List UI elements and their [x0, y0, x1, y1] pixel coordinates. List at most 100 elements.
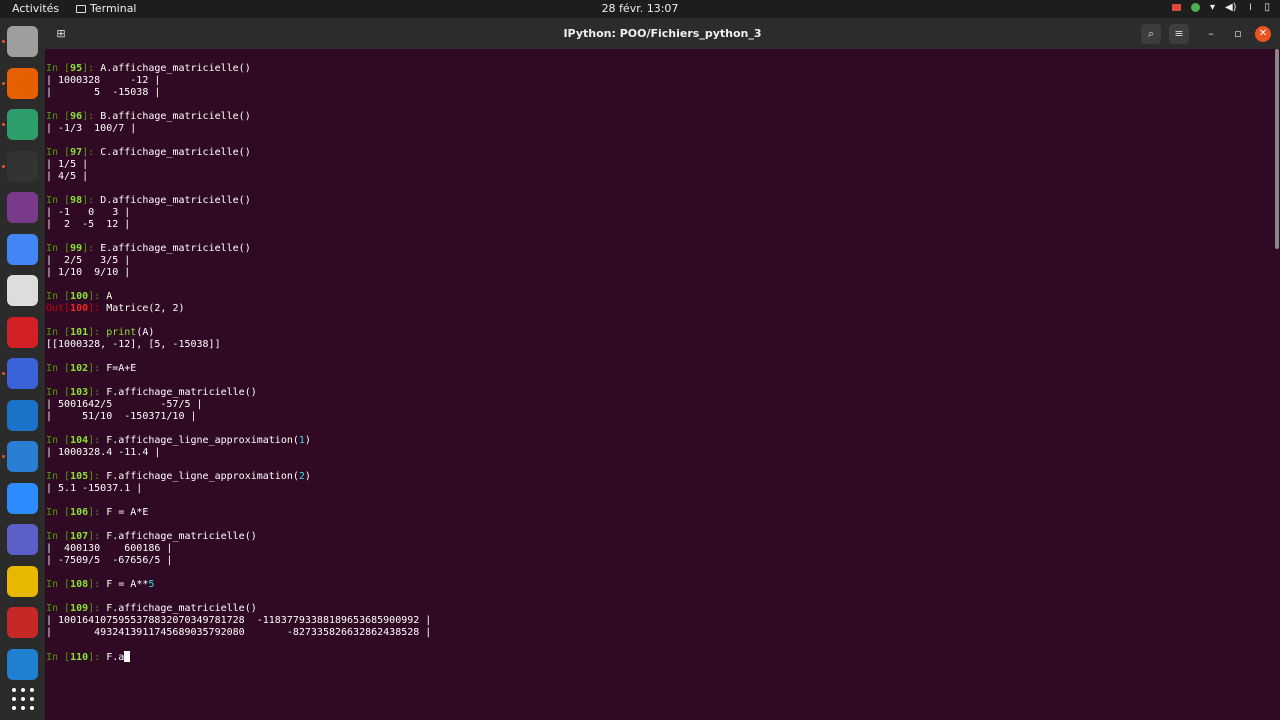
dock-thunderbird-icon[interactable]	[7, 441, 38, 472]
input-prompt-line: In [97]: C.affichage_matricielle()	[46, 147, 251, 158]
input-prompt: In [107]:	[46, 531, 107, 542]
volume-icon[interactable]: ◀)	[1225, 2, 1237, 13]
show-applications-icon[interactable]	[12, 688, 34, 710]
status-check-icon[interactable]	[1190, 3, 1200, 12]
minimize-icon[interactable]: –	[1201, 24, 1221, 44]
running-indicator	[2, 455, 5, 458]
output-line: | 5001642/5 -57/5 |	[46, 399, 203, 410]
dock-document-viewer-icon[interactable]	[7, 275, 38, 306]
clock[interactable]: 28 févr. 13:07	[0, 2, 1280, 15]
terminal-output[interactable]: In [95]: A.affichage_matricielle() | 1000…	[45, 49, 1273, 720]
input-prompt: In [98]:	[46, 195, 101, 206]
screen-record-icon[interactable]	[1171, 4, 1181, 11]
input-prompt: In [105]:	[46, 471, 107, 482]
output-line: | 4/5 |	[46, 171, 89, 182]
running-indicator	[2, 164, 5, 168]
output-line: | 51/10 -150371/10 |	[46, 411, 197, 422]
dock-video-editor-icon[interactable]	[7, 192, 38, 223]
dock-opera-icon[interactable]	[7, 316, 38, 348]
output-line: | 1000328.4 -11.4 |	[46, 447, 161, 458]
battery-icon[interactable]: ▯	[1264, 2, 1270, 13]
input-prompt: In [110]:	[46, 652, 107, 663]
dock-terminal-icon[interactable]	[7, 150, 38, 182]
maximize-icon[interactable]: ▫	[1228, 24, 1248, 44]
dock-screenshot-icon[interactable]	[7, 358, 38, 389]
dock-atom-icon[interactable]	[7, 109, 38, 140]
input-prompt: In [96]:	[46, 111, 101, 122]
input-prompt: In [103]:	[46, 387, 107, 398]
output-prompt: Out[100]:	[46, 303, 107, 314]
input-prompt: In [95]:	[46, 63, 101, 74]
output-line: | 1/5 |	[46, 159, 89, 170]
top-bar: Activités Terminal 28 févr. 13:07 ▾ ◀) ⏽…	[0, 0, 1280, 18]
input-prompt: In [109]:	[46, 603, 107, 614]
dock-teams-icon[interactable]	[7, 524, 38, 555]
scrollbar-thumb[interactable]	[1275, 49, 1279, 249]
text-cursor	[124, 651, 131, 662]
dock-network-app-icon[interactable]	[7, 607, 38, 638]
dock	[0, 18, 45, 720]
input-prompt-line: In [98]: D.affichage_matricielle()	[46, 195, 251, 206]
output-prompt-line: Out[100]: Matrice(2, 2)	[46, 303, 185, 314]
app-menu-label: Terminal	[90, 2, 137, 15]
input-prompt-line[interactable]: In [110]: F.a	[46, 651, 1273, 663]
scrollbar[interactable]	[1273, 49, 1280, 720]
microphone-icon[interactable]: ⏽	[1247, 2, 1255, 13]
input-prompt-line: In [109]: F.affichage_matricielle()	[46, 603, 257, 614]
dock-vscode-icon[interactable]	[7, 648, 38, 680]
terminal-icon	[76, 4, 86, 13]
terminal-window: ⊞ IPython: POO/Fichiers_python_3 ⌕ ≡ – ▫…	[45, 18, 1280, 720]
output-line: | -1/3 100/7 |	[46, 123, 137, 134]
input-prompt-line: In [99]: E.affichage_matricielle()	[46, 243, 251, 254]
output-line: | 1/10 9/10 |	[46, 267, 131, 278]
window-title: IPython: POO/Fichiers_python_3	[563, 27, 762, 40]
input-prompt: In [102]:	[46, 363, 107, 374]
dock-chrome-icon[interactable]	[7, 233, 38, 265]
output-line: | 5.1 -15037.1 |	[46, 483, 143, 494]
input-prompt-line: In [95]: A.affichage_matricielle()	[46, 63, 251, 74]
input-prompt-line: In [107]: F.affichage_matricielle()	[46, 531, 257, 542]
system-tray[interactable]: ▾ ◀) ⏽ ▯	[1171, 2, 1270, 13]
wifi-icon[interactable]: ▾	[1210, 2, 1215, 13]
input-prompt-line: In [106]: F = A*E	[46, 507, 149, 518]
dock-writer-icon[interactable]	[7, 399, 38, 431]
input-prompt: In [100]:	[46, 291, 107, 302]
input-prompt: In [104]:	[46, 435, 107, 446]
input-prompt: In [101]:	[46, 327, 107, 338]
output-line: | 1000328 -12 |	[46, 75, 161, 86]
output-line: | 2 -5 12 |	[46, 219, 131, 230]
input-prompt: In [106]:	[46, 507, 107, 518]
input-prompt: In [97]:	[46, 147, 101, 158]
input-prompt-line: In [102]: F=A+E	[46, 363, 137, 374]
search-icon[interactable]: ⌕	[1141, 24, 1161, 44]
output-line: | 2/5 3/5 |	[46, 255, 131, 266]
output-line: | 400130 600186 |	[46, 543, 173, 554]
dock-files-icon[interactable]	[7, 26, 38, 57]
hamburger-menu-icon[interactable]: ≡	[1169, 24, 1189, 44]
title-bar[interactable]: ⊞ IPython: POO/Fichiers_python_3 ⌕ ≡ – ▫…	[45, 18, 1280, 49]
close-icon[interactable]: ✕	[1255, 26, 1271, 42]
dock-zoom-icon[interactable]	[7, 482, 38, 514]
app-menu[interactable]: Terminal	[76, 2, 137, 15]
input-prompt-line: In [104]: F.affichage_ligne_approximatio…	[46, 435, 311, 446]
activities-button[interactable]: Activités	[12, 2, 59, 15]
input-prompt-line: In [100]: A	[46, 291, 113, 302]
running-indicator	[2, 123, 5, 126]
input-prompt-line: In [101]: print(A)	[46, 327, 155, 338]
input-prompt: In [99]:	[46, 243, 101, 254]
output-line: | 1001641075955378832070349781728 -11837…	[46, 615, 432, 626]
running-indicator	[2, 40, 5, 43]
dock-calculator-icon[interactable]	[7, 565, 38, 597]
dock-firefox-icon[interactable]	[7, 67, 38, 99]
